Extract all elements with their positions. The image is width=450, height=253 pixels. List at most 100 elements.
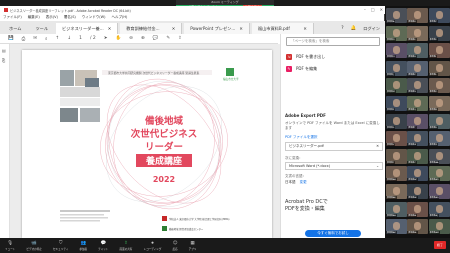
language-change-link[interactable]: 変更 xyxy=(300,180,307,184)
close-icon[interactable]: ✕ xyxy=(380,7,383,12)
participant-tile[interactable]: 参加者AA xyxy=(428,148,450,164)
export-title: Adobe Export PDF xyxy=(285,113,326,118)
document-viewer[interactable]: 東京都市大学共同研究機関 次世代ビジネスリーダー養成講座 受講生募集 福山市立大… xyxy=(10,44,280,238)
participant-tile[interactable]: 参加者I xyxy=(428,43,450,59)
apps-button[interactable]: ▦ アプリ xyxy=(189,241,197,251)
tab-home[interactable]: ホーム xyxy=(3,23,27,34)
participant-tile[interactable]: 参加者AK xyxy=(386,219,407,235)
participant-tile[interactable]: 参加者AI xyxy=(407,201,429,217)
participant-tile[interactable]: 参加者Y xyxy=(386,148,407,164)
participant-tile[interactable]: 参加者R xyxy=(428,96,450,111)
zoom-in-icon[interactable]: ⊕ xyxy=(141,36,145,41)
participant-tile[interactable]: 参加者X xyxy=(428,131,450,147)
close-tab-icon[interactable]: ✕ xyxy=(172,26,176,31)
participant-tile[interactable]: 参加者Z xyxy=(407,148,429,164)
participant-tile[interactable]: 参加者P xyxy=(386,96,407,111)
search-icon[interactable]: ⌕ xyxy=(45,36,48,42)
tab-doc-grant[interactable]: 教育訓練給付金... ✕ xyxy=(120,23,183,34)
stop-video-button[interactable]: 📹 ビデオの停止 xyxy=(26,241,42,251)
participant-video xyxy=(393,222,400,231)
edit-pdf-tool[interactable]: ✎ PDF を編集 xyxy=(286,65,376,73)
menu-file[interactable]: ファイル(F) xyxy=(3,15,22,20)
close-tab-icon[interactable]: ✕ xyxy=(303,26,307,31)
participant-tile[interactable]: 参加者S xyxy=(386,113,407,129)
mute-button[interactable]: 🎙 ミュート xyxy=(5,241,15,251)
participant-tile[interactable]: 参加者Q xyxy=(407,96,429,111)
participant-tile[interactable]: 参加者W xyxy=(407,131,429,147)
select-file-link[interactable]: PDF ファイルを選択 xyxy=(285,135,383,140)
participant-tile[interactable]: 参加者AD xyxy=(428,166,450,182)
close-tab-icon[interactable]: ✕ xyxy=(239,26,243,31)
share-screen-button[interactable]: ⇧ 画面の共有 xyxy=(120,241,133,251)
convert-select[interactable]: Microsoft Word (*.docx) ⌄ xyxy=(285,162,383,170)
participants-button[interactable]: 👥 参加者 xyxy=(79,241,87,251)
attachment-icon[interactable]: ⎘ xyxy=(2,58,7,63)
export-pdf-tool[interactable]: ⇲ PDF を書き出し xyxy=(286,53,376,61)
participant-tile[interactable]: 参加者K xyxy=(407,60,429,76)
participant-name: 参加者Y xyxy=(386,160,396,164)
bell-icon[interactable]: 🔔 xyxy=(351,26,357,31)
participant-tile[interactable]: 参加者AM xyxy=(428,219,450,235)
participant-tile[interactable]: 参加者H xyxy=(407,43,429,59)
tab-doc-leaflet[interactable]: ビジネスリーダー養... ✕ xyxy=(56,23,119,34)
tab-tools[interactable]: ツール xyxy=(29,23,54,34)
page-number[interactable]: 1 xyxy=(79,36,82,41)
participant-tile[interactable]: 参加者A xyxy=(386,8,407,23)
participant-tile[interactable]: 参加者AL xyxy=(407,219,429,235)
select-tool-icon[interactable]: ➤ xyxy=(104,36,108,41)
login-button[interactable]: ログイン xyxy=(363,26,380,32)
participant-tile[interactable]: 参加者G xyxy=(386,43,407,59)
hand-tool-icon[interactable]: ✋ xyxy=(116,36,122,41)
end-meeting-button[interactable]: 終了 xyxy=(433,241,446,249)
next-page-icon[interactable]: ↓ xyxy=(67,36,71,41)
help-icon[interactable]: ? xyxy=(341,26,343,31)
participant-tile[interactable]: 参加者N xyxy=(407,78,429,94)
remove-file-icon[interactable]: ✕ xyxy=(376,144,379,149)
participant-tile[interactable]: 参加者F xyxy=(428,25,450,41)
mail-icon[interactable]: ✉ xyxy=(33,36,37,41)
participant-tile[interactable]: 参加者C xyxy=(428,8,450,23)
participant-tile[interactable]: 参加者B xyxy=(407,8,429,23)
participant-tile[interactable]: 参加者AG xyxy=(428,184,450,199)
tab-doc-powerpoint[interactable]: PowerPoint プレゼン... ✕ xyxy=(184,23,250,34)
close-tab-icon[interactable]: ✕ xyxy=(108,26,112,31)
participant-tile[interactable]: 参加者L xyxy=(428,60,450,76)
menu-view[interactable]: 表示(V) xyxy=(46,15,58,20)
chat-button[interactable]: 💬 チャット xyxy=(98,241,108,251)
pen-icon[interactable]: ✎ xyxy=(166,36,170,41)
menu-help[interactable]: ヘルプ(H) xyxy=(112,15,128,20)
maximize-icon[interactable]: □ xyxy=(371,7,375,12)
prev-page-icon[interactable]: ↑ xyxy=(56,36,60,41)
participant-tile[interactable]: 参加者AH xyxy=(386,201,407,217)
comment-icon[interactable]: 💬 xyxy=(153,36,159,41)
minimize-icon[interactable]: – xyxy=(364,7,366,12)
participant-tile[interactable]: 参加者E xyxy=(407,25,429,41)
participant-tile[interactable]: 参加者AE xyxy=(386,184,407,199)
share-icon[interactable]: ⇪ xyxy=(178,36,182,41)
participant-tile[interactable]: 参加者U xyxy=(428,113,450,129)
menu-window[interactable]: ウィンドウ(W) xyxy=(82,15,106,20)
participant-tile[interactable]: 参加者AJ xyxy=(428,201,450,217)
menu-sign[interactable]: 署名(S) xyxy=(64,15,76,20)
record-button[interactable]: ⏺ レコーディング xyxy=(143,240,161,251)
zoom-out-icon[interactable]: ⊖ xyxy=(129,36,133,41)
bookmark-icon[interactable]: ▤ xyxy=(2,48,7,53)
convert-label: 次に変換： xyxy=(285,156,303,160)
participant-tile[interactable]: 参加者M xyxy=(386,78,407,94)
tool-search-input[interactable]: 「ページを検索」を検索 xyxy=(286,37,380,46)
participant-tile[interactable]: 参加者T xyxy=(407,113,429,129)
participant-tile[interactable]: 参加者D xyxy=(386,25,407,41)
security-button[interactable]: ⛉ セキュリティ xyxy=(53,240,68,251)
reactions-button[interactable]: ☺ 反応 xyxy=(172,241,177,251)
participant-tile[interactable]: 参加者O xyxy=(428,78,450,94)
free-trial-button[interactable]: 今すぐ無料でお試し xyxy=(305,230,361,237)
participant-tile[interactable]: 参加者AB xyxy=(386,166,407,182)
participant-tile[interactable]: 参加者AF xyxy=(407,184,429,199)
tab-doc-fukuyama[interactable]: 福山市資料B.pdf ✕ xyxy=(251,23,314,34)
save-icon[interactable]: 💾 xyxy=(8,36,14,41)
participant-tile[interactable]: 参加者V xyxy=(386,131,407,147)
participant-tile[interactable]: 参加者AC xyxy=(407,166,429,182)
menu-edit[interactable]: 編集(E) xyxy=(28,15,40,20)
print-icon[interactable]: ⎙ xyxy=(22,36,26,42)
participant-tile[interactable]: 参加者J xyxy=(386,60,407,76)
